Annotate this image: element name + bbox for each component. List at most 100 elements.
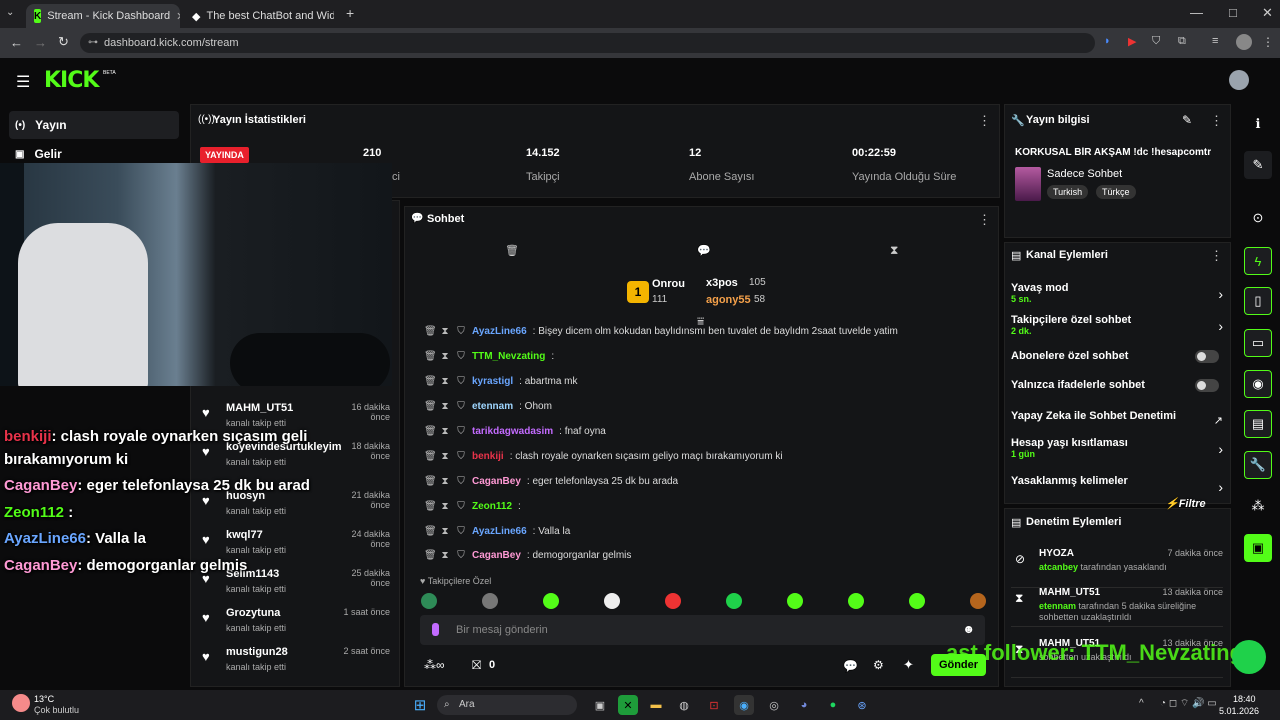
mod-target-user[interactable]: MAHM_UT51: [1039, 587, 1100, 598]
follower-name[interactable]: MAHM_UT51: [226, 402, 293, 414]
tab-stream-dashboard[interactable]: K Stream - Kick Dashboard ✕: [26, 4, 180, 28]
timeout-icon[interactable]: ⧗: [440, 376, 450, 387]
tab-chatbot[interactable]: ◆ The best ChatBot and Widg 🔊: [184, 4, 334, 28]
mic-icon[interactable]: [432, 623, 439, 636]
site-info-icon[interactable]: ⊶: [88, 37, 98, 48]
user-avatar[interactable]: [1229, 70, 1249, 90]
close-tab-icon[interactable]: ✕: [176, 10, 180, 23]
close-window-button[interactable]: ✕: [1262, 5, 1273, 21]
chat-username[interactable]: TTM_Nevzating: [472, 351, 545, 362]
chat-username[interactable]: Zeon112: [472, 501, 512, 512]
follower-name[interactable]: Grozytuna: [226, 607, 280, 619]
chat-menu-icon[interactable]: ⋮: [978, 212, 991, 228]
message-icon[interactable]: ▭: [1244, 329, 1272, 357]
stats-menu-icon[interactable]: ⋮: [978, 113, 991, 129]
toggle-switch[interactable]: [1195, 379, 1219, 392]
maximize-button[interactable]: □: [1229, 5, 1237, 20]
channel-actions-menu-icon[interactable]: ⋮: [1210, 248, 1223, 264]
ban-icon[interactable]: ⛉: [456, 426, 466, 437]
ban-icon[interactable]: ⛉: [456, 550, 466, 561]
puzzle-icon[interactable]: ⧉: [1178, 35, 1186, 48]
spotify-icon[interactable]: ●: [823, 695, 843, 715]
delete-icon[interactable]: 🗑: [424, 451, 437, 462]
channel-setting-row[interactable]: Takipçilere özel sohbet 2 dk. ›: [1011, 314, 1223, 336]
channel-setting-row[interactable]: Yapay Zeka ile Sohbet Denetimi ↗: [1011, 410, 1223, 427]
gift-icon[interactable]: ⛝: [472, 658, 481, 673]
chat-username[interactable]: CaganBey: [472, 550, 521, 561]
emote-icon[interactable]: [848, 593, 864, 609]
xbox-icon[interactable]: ✕: [618, 695, 638, 715]
chevron-right-icon[interactable]: ›: [1218, 286, 1223, 302]
second-gifter-name[interactable]: x3pos: [706, 277, 738, 289]
ban-icon[interactable]: ⛉: [456, 326, 466, 337]
folder-icon[interactable]: ▬: [646, 695, 666, 715]
top-gifter-name[interactable]: Onrou: [652, 278, 685, 290]
taskbar-search[interactable]: ⌕ Ara: [437, 695, 577, 715]
mod-target-user[interactable]: HYOZA: [1039, 548, 1074, 559]
broadcast-rail-icon[interactable]: ◉: [1244, 370, 1272, 398]
ban-icon[interactable]: ⛉: [456, 351, 466, 362]
timeout-icon[interactable]: ⧗: [440, 326, 450, 337]
back-icon[interactable]: ←: [10, 35, 23, 50]
emote-icon[interactable]: [665, 593, 681, 609]
ban-icon[interactable]: ⛉: [456, 501, 466, 512]
kick-logo[interactable]: KICK: [44, 68, 99, 93]
storage-icon[interactable]: ▤: [1244, 410, 1272, 438]
chat-username[interactable]: AyazLine66: [472, 526, 527, 537]
url-field[interactable]: dashboard.kick.com/stream: [80, 33, 1095, 53]
trash-icon[interactable]: 🗑: [505, 244, 519, 257]
ban-icon[interactable]: ⛉: [456, 376, 466, 387]
timeout-icon[interactable]: ⧗: [440, 526, 450, 537]
chat-input[interactable]: Bir mesaj gönderin ☻: [420, 615, 985, 645]
emote-icon[interactable]: [543, 593, 559, 609]
timeout-icon[interactable]: ⧗: [440, 401, 450, 412]
chat-username[interactable]: benkiji: [472, 451, 504, 462]
timeout-icon[interactable]: ⧗: [440, 501, 450, 512]
timeout-icon[interactable]: ⧗: [440, 351, 450, 362]
channel-setting-row[interactable]: Abonelere özel sohbet: [1011, 350, 1223, 363]
extension-icon[interactable]: ◗: [1104, 35, 1111, 47]
ban-icon[interactable]: ⛉: [456, 451, 466, 462]
tray-icons[interactable]: ◔ ◻ ⌔ 🔊 ▭: [1160, 697, 1217, 710]
timeout-icon[interactable]: ⧗: [440, 426, 450, 437]
obs-icon[interactable]: ⊛: [852, 695, 872, 715]
emote-icon[interactable]: ✦: [903, 657, 914, 673]
windows-start-icon[interactable]: ⊞: [410, 695, 430, 715]
channel-setting-row[interactable]: Yasaklanmış kelimeler ›: [1011, 475, 1223, 495]
forward-icon[interactable]: →: [34, 35, 47, 50]
chat-username[interactable]: AyazLine66: [472, 326, 527, 337]
hamburger-icon[interactable]: ☰: [16, 72, 30, 92]
discord-icon[interactable]: ◕: [794, 695, 814, 715]
delete-icon[interactable]: 🗑: [424, 550, 437, 561]
external-link-icon[interactable]: ↗: [1214, 414, 1223, 427]
emote-icon[interactable]: [726, 593, 742, 609]
steam-icon[interactable]: ◍: [674, 695, 694, 715]
emote-icon[interactable]: [482, 593, 498, 609]
channel-setting-row[interactable]: Yavaş mod 5 sn. ›: [1011, 282, 1223, 304]
task-view-icon[interactable]: ▣: [590, 695, 610, 715]
timeout-icon[interactable]: ⧗: [440, 550, 450, 561]
chevron-right-icon[interactable]: ›: [1218, 318, 1223, 334]
hourglass-icon[interactable]: ⧗: [890, 243, 898, 258]
capture-icon[interactable]: ⊙: [1244, 204, 1272, 232]
settings-gear-icon[interactable]: ⚙: [873, 658, 884, 672]
wrench-rail-icon[interactable]: 🔧: [1244, 451, 1272, 479]
chat-username[interactable]: etennam: [472, 401, 513, 412]
timeout-icon[interactable]: ⧗: [440, 476, 450, 487]
delete-icon[interactable]: 🗑: [424, 401, 437, 412]
emote-icon[interactable]: [787, 593, 803, 609]
chevron-right-icon[interactable]: ›: [1218, 441, 1223, 457]
channel-setting-row[interactable]: Hesap yaşı kısıtlaması 1 gün ›: [1011, 437, 1223, 459]
app-icon[interactable]: ⊡: [704, 695, 724, 715]
shield-ext-icon[interactable]: ⛉: [1152, 35, 1160, 48]
delete-icon[interactable]: 🗑: [424, 501, 437, 512]
edit-icon[interactable]: ✎: [1244, 151, 1272, 179]
chevron-right-icon[interactable]: ›: [1218, 479, 1223, 495]
chat-username[interactable]: kyrastigl: [472, 376, 513, 387]
ban-icon[interactable]: ⛉: [456, 401, 466, 412]
chrome-icon[interactable]: ◉: [734, 695, 754, 715]
github-icon[interactable]: ◎: [764, 695, 784, 715]
emoji-icon[interactable]: ☻: [962, 622, 975, 636]
follower-name[interactable]: mustigun28: [226, 646, 288, 658]
edit-pencil-icon[interactable]: ✎: [1182, 113, 1192, 127]
